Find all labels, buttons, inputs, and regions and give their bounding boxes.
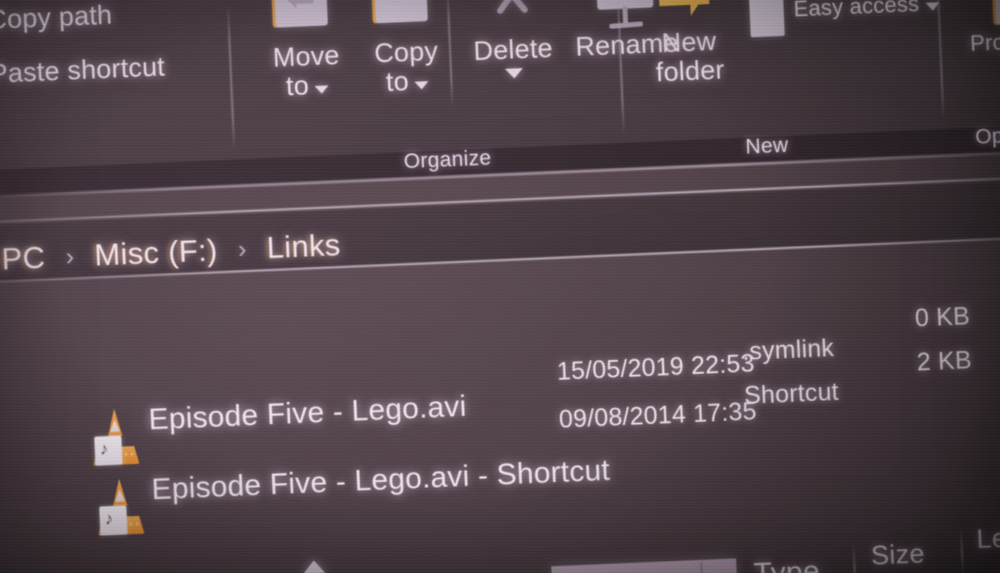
vlc-media-file-icon: ♪ bbox=[88, 408, 142, 466]
delete-chevron-down-icon[interactable] bbox=[504, 68, 524, 79]
group-label-organize: Organize bbox=[403, 146, 492, 174]
sort-ascending-icon bbox=[302, 559, 326, 573]
move-to-chevron-down-icon[interactable] bbox=[314, 85, 330, 94]
properties-button[interactable]: Properties bbox=[947, 0, 1000, 70]
column-header-size[interactable]: Size bbox=[870, 538, 925, 571]
copy-path-label: Copy path bbox=[0, 0, 113, 35]
delete-button[interactable]: Delete bbox=[454, 0, 570, 81]
paste-shortcut-button[interactable]: Paste shortcut bbox=[0, 51, 166, 89]
paste-shortcut-label: Paste shortcut bbox=[0, 51, 166, 89]
copy-to-chevron-down-icon[interactable] bbox=[414, 81, 430, 90]
breadcrumb-item-misc-f[interactable]: Misc (F:) bbox=[94, 232, 219, 273]
vlc-media-shortcut-icon: ♪ bbox=[93, 478, 147, 536]
column-divider-size-length[interactable] bbox=[959, 526, 965, 573]
new-folder-icon bbox=[658, 0, 710, 17]
file-type: Shortcut bbox=[743, 377, 840, 410]
file-type: .symlink bbox=[741, 334, 835, 366]
folder-copy-icon: ■ bbox=[374, 0, 428, 24]
folder-arrow-icon: ⬅ bbox=[274, 0, 328, 28]
column-header-type[interactable]: Type bbox=[753, 555, 821, 573]
red-x-icon bbox=[488, 0, 534, 16]
easy-access-button[interactable]: Easy access bbox=[748, 0, 940, 38]
group-label-new: New bbox=[744, 133, 789, 159]
ribbon-toolbar: Copy path Paste shortcut ⬅ Move to ■ Cop… bbox=[0, 0, 1000, 200]
file-name[interactable]: Episode Five - Lego.avi - Shortcut bbox=[151, 454, 611, 508]
breadcrumb-item-links[interactable]: Links bbox=[266, 227, 341, 266]
new-folder-button[interactable]: New folder bbox=[630, 0, 747, 89]
move-to-label-line2: to bbox=[285, 70, 310, 102]
copy-path-button[interactable]: Copy path bbox=[0, 0, 113, 35]
copy-to-button[interactable]: ■ Copy to bbox=[348, 0, 463, 99]
new-folder-label-line2: folder bbox=[655, 54, 726, 88]
easy-access-icon bbox=[748, 0, 785, 38]
column-header-length[interactable]: Length bbox=[976, 521, 1000, 556]
breadcrumb-separator-icon-2: › bbox=[237, 235, 247, 264]
column-divider-type-size[interactable] bbox=[852, 543, 857, 573]
file-explorer-window: Copy path Paste shortcut ⬅ Move to ■ Cop… bbox=[0, 0, 1000, 573]
photographed-monitor-screen: Copy path Paste shortcut ⬅ Move to ■ Cop… bbox=[0, 0, 1000, 573]
move-to-button[interactable]: ⬅ Move to bbox=[248, 0, 363, 103]
file-name[interactable]: Episode Five - Lego.avi bbox=[148, 390, 467, 438]
move-to-label-line1: Move bbox=[272, 39, 341, 73]
breadcrumb-item-pc[interactable]: PC bbox=[1, 240, 46, 278]
group-label-open: Open bbox=[974, 123, 1000, 149]
breadcrumb-separator-icon: › bbox=[65, 242, 75, 271]
file-date: 09/08/2014 17:35 bbox=[558, 397, 758, 434]
column-header-date[interactable]: Date bbox=[551, 558, 739, 573]
copy-to-label-line2: to bbox=[385, 66, 410, 98]
group-divider-new-open bbox=[936, 0, 945, 122]
copy-to-label-line1: Copy bbox=[373, 35, 439, 69]
file-date: 15/05/2019 22:53 bbox=[556, 349, 756, 386]
easy-access-label: Easy access bbox=[793, 0, 920, 22]
group-divider-clipboard-organize bbox=[226, 3, 236, 152]
date-header-divider bbox=[700, 561, 705, 573]
file-size: 2 KB bbox=[916, 346, 973, 377]
file-size: 0 KB bbox=[914, 302, 971, 333]
delete-label: Delete bbox=[472, 32, 554, 67]
properties-label: Properties bbox=[969, 26, 1000, 56]
properties-checkmark-icon bbox=[993, 0, 1000, 25]
